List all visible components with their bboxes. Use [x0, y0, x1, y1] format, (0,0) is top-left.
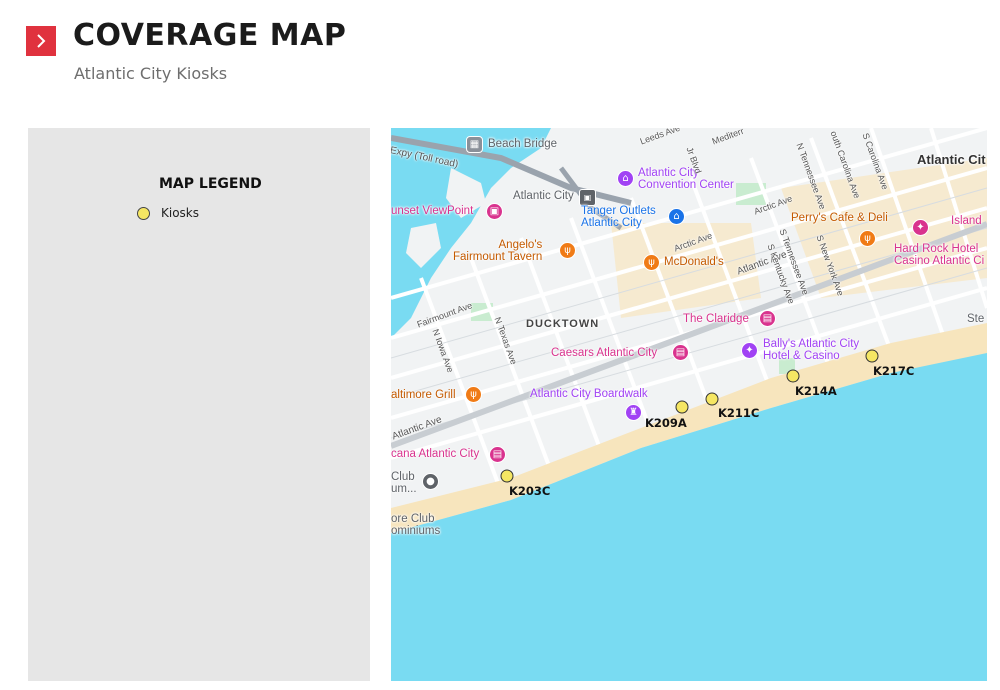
- legend-item-label: Kiosks: [161, 206, 199, 220]
- hard-rock-icon[interactable]: ✦: [912, 219, 929, 236]
- legend-item-kiosks[interactable]: Kiosks: [137, 206, 199, 220]
- poi-boardwalk[interactable]: Atlantic City Boardwalk: [530, 388, 648, 401]
- poi-perrys[interactable]: Perry's Cafe & Deli: [791, 212, 888, 225]
- page-title: COVERAGE MAP: [73, 18, 347, 53]
- baltimore-grill-icon[interactable]: ψ: [465, 386, 482, 403]
- kiosk-marker-k217c[interactable]: [865, 349, 879, 363]
- kiosk-marker-k209a[interactable]: [675, 400, 689, 414]
- poi-island[interactable]: Island: [951, 215, 982, 228]
- kiosk-label-k209a: K209A: [645, 416, 687, 430]
- poi-tropicana[interactable]: cana Atlantic City: [391, 448, 479, 461]
- kiosk-swatch-icon: [137, 206, 150, 220]
- kiosk-label-k214a: K214A: [795, 384, 837, 398]
- legend-panel: MAP LEGEND Kiosks: [28, 128, 370, 681]
- poi-claridge[interactable]: The Claridge: [683, 313, 749, 326]
- kiosk-label-k211c: K211C: [718, 406, 760, 420]
- tropicana-icon[interactable]: ▤: [489, 446, 506, 463]
- area-ducktown: DUCKTOWN: [526, 318, 600, 330]
- boardwalk-icon[interactable]: ♜: [625, 404, 642, 421]
- kiosk-marker-k203c[interactable]: [500, 469, 514, 483]
- beach-bridge-icon[interactable]: ▦: [466, 136, 483, 153]
- poi-ballys[interactable]: Bally's Atlantic City Hotel & Casino: [763, 338, 859, 362]
- station-icon[interactable]: ▣: [579, 189, 596, 206]
- angelos-icon[interactable]: ψ: [559, 242, 576, 259]
- poi-caesars[interactable]: Caesars Atlantic City: [551, 347, 657, 360]
- poi-ste[interactable]: Ste: [967, 313, 984, 326]
- kiosk-marker-k211c[interactable]: [705, 392, 719, 406]
- poi-convention-center[interactable]: Atlantic City Convention Center: [638, 167, 734, 191]
- tanger-outlets-icon[interactable]: ⌂: [668, 208, 685, 225]
- poi-club[interactable]: Club um...: [391, 471, 417, 495]
- convention-center-icon[interactable]: ⌂: [617, 170, 634, 187]
- poi-mcdonalds[interactable]: McDonald's: [664, 256, 724, 269]
- sunset-viewpoint-icon[interactable]: ▣: [486, 203, 503, 220]
- poi-station[interactable]: Atlantic City: [513, 190, 574, 203]
- poi-sunset-viewpoint[interactable]: unset ViewPoint: [391, 205, 473, 218]
- kiosk-label-k203c: K203C: [509, 484, 551, 498]
- legend-title: MAP LEGEND: [159, 176, 262, 192]
- kiosk-label-k217c: K217C: [873, 364, 915, 378]
- claridge-icon[interactable]: ▤: [759, 310, 776, 327]
- mcdonalds-icon[interactable]: ψ: [643, 254, 660, 271]
- perrys-icon[interactable]: ψ: [859, 230, 876, 247]
- kiosk-marker-k214a[interactable]: [786, 369, 800, 383]
- poi-tanger-outlets[interactable]: Tanger Outlets Atlantic City: [581, 205, 656, 229]
- area-city: Atlantic Cit: [917, 152, 986, 167]
- poi-beach-bridge[interactable]: Beach Bridge: [488, 138, 557, 151]
- header-badge[interactable]: [26, 26, 56, 56]
- club-icon[interactable]: ●: [422, 473, 439, 490]
- caesars-icon[interactable]: ▤: [672, 344, 689, 361]
- poi-shore-club[interactable]: ore Club ominiums: [391, 513, 440, 537]
- poi-baltimore-grill[interactable]: altimore Grill: [391, 389, 456, 402]
- poi-hard-rock[interactable]: Hard Rock Hotel Casino Atlantic Ci: [894, 243, 984, 267]
- map-background: [391, 128, 987, 681]
- page-subtitle: Atlantic City Kiosks: [74, 64, 228, 83]
- coverage-map[interactable]: ▦ ▣ ⌂ ▣ ⌂ ψ ψ ψ ✦ ▤ ▤ ✦ ψ ♜ ▤ ● Beach Br…: [391, 128, 987, 681]
- ballys-icon[interactable]: ✦: [741, 342, 758, 359]
- chevron-right-icon: [37, 34, 46, 48]
- poi-angelos[interactable]: Angelo's Fairmount Tavern: [453, 239, 542, 263]
